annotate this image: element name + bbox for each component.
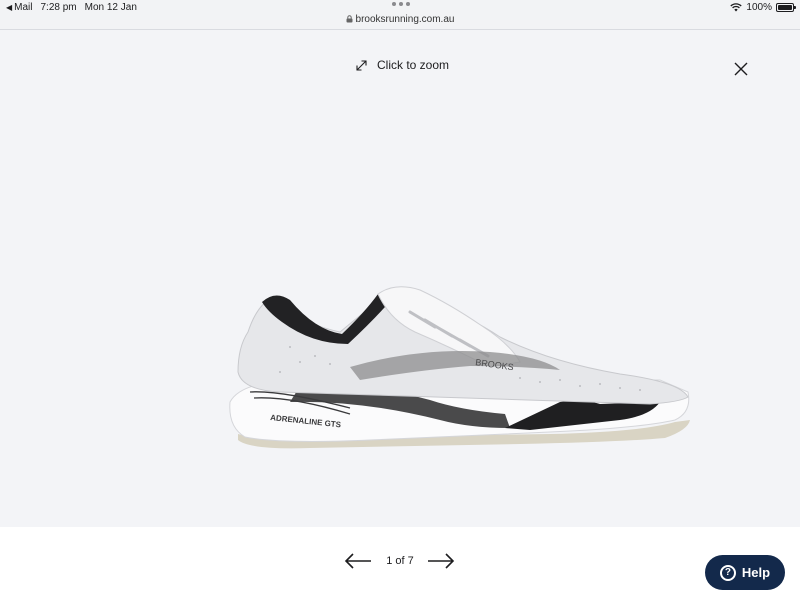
- address-bar[interactable]: brooksrunning.com.au: [0, 14, 800, 25]
- image-pager: 1 of 7 ? Help: [0, 527, 800, 600]
- lock-icon: [346, 15, 353, 23]
- status-left: ◀ Mail 7:28 pm Mon 12 Jan: [6, 1, 137, 14]
- previous-arrow-icon[interactable]: [344, 553, 372, 569]
- wifi-icon: [730, 3, 743, 12]
- multitasking-dots-icon[interactable]: [392, 2, 410, 6]
- click-to-zoom[interactable]: Click to zoom: [356, 58, 449, 72]
- question-circle-icon: ?: [719, 564, 736, 581]
- status-time: 7:28 pm: [40, 2, 77, 13]
- image-counter: 1 of 7: [386, 555, 414, 567]
- expand-icon: [356, 59, 367, 71]
- battery-icon: [776, 3, 796, 12]
- status-bar: ◀ Mail 7:28 pm Mon 12 Jan brooksrunning.…: [0, 0, 800, 30]
- url-text: brooksrunning.com.au: [355, 14, 455, 25]
- back-to-mail-button[interactable]: ◀ Mail: [6, 2, 33, 13]
- help-button[interactable]: ? Help: [705, 555, 785, 590]
- battery-percent: 100%: [746, 2, 772, 13]
- close-icon[interactable]: [733, 61, 749, 77]
- status-date: Mon 12 Jan: [84, 2, 137, 13]
- back-triangle-icon: ◀: [6, 3, 13, 12]
- zoom-hint-label: Click to zoom: [377, 58, 450, 72]
- back-label: Mail: [14, 2, 33, 13]
- product-image-viewer[interactable]: Click to zoom BROOKS ADRENALINE GTS: [0, 30, 800, 527]
- help-label: Help: [741, 565, 771, 580]
- product-shoe-image[interactable]: BROOKS ADRENALINE GTS: [220, 252, 700, 452]
- next-arrow-icon[interactable]: [427, 553, 455, 569]
- status-right: 100%: [730, 1, 796, 14]
